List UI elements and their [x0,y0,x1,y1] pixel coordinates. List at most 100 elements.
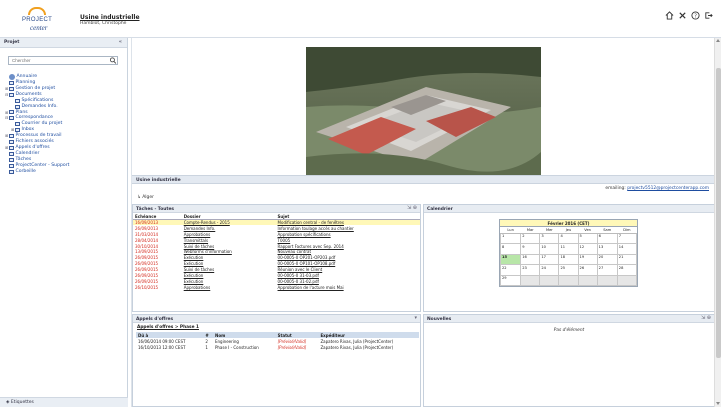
calendar-day[interactable]: 10 [539,243,560,255]
users-icon [9,74,15,80]
task-subject-link[interactable]: Approbation de l'acture mois Mai [276,284,420,290]
calendar-icon [9,151,14,156]
folder-icon [9,116,14,121]
appel-row[interactable]: 16/06/2014 09:00 CEST 2 Engineering [Prévis… [136,338,419,344]
mail-icon [15,122,20,127]
alert-label: Alger [142,195,155,200]
appels-panel-header: Appels d'offres ▾ [133,315,420,323]
calendar-day[interactable]: 26 [577,264,598,276]
calendar-day[interactable]: 11 [558,243,579,255]
calendar-day[interactable]: 9 [520,243,541,255]
help-icon[interactable]: ? [691,11,700,20]
calendar-day[interactable]: 23 [520,264,541,276]
calendar-day[interactable]: 29 [499,274,522,286]
search-input[interactable] [8,56,118,65]
calendar-day[interactable]: 16 [520,253,541,265]
doc-icon [15,104,20,109]
calendar-day[interactable] [577,274,598,286]
calendar-week: 22 23 24 25 26 27 28 [499,264,638,276]
project-title[interactable]: Usine industrielle [80,14,140,21]
calendar-day[interactable] [616,274,638,286]
calendar-day[interactable] [539,274,560,286]
calendar-day[interactable]: 6 [596,232,618,244]
calendar-week: 15 16 17 18 19 20 21 [499,253,638,265]
news-panel-title: Nouvelles [427,316,452,322]
project-center-logo[interactable]: PROJECT center [18,7,60,33]
calendar-day[interactable]: 5 [577,232,598,244]
task-row[interactable]: 26/10/2015 Approbations Approbation de l'a… [133,284,420,290]
logout-icon[interactable] [704,11,713,20]
folder-icon [15,128,20,133]
calendar-day[interactable]: 12 [577,243,598,255]
calendar-day[interactable] [596,274,618,286]
top-toolbar: ? [665,11,713,20]
tasks-panel-title: Tâches - Toutes [136,206,175,212]
calendar-day[interactable]: 7 [616,232,638,244]
home-icon[interactable] [665,11,674,20]
calendar-day[interactable]: 4 [558,232,579,244]
appels-breadcrumb[interactable]: Appels d'offres > Phase 1 [133,323,420,332]
sidebar-footer-label: Etiquettes [10,400,34,405]
calendar-day[interactable]: 3 [539,232,560,244]
sidebar-footer[interactable]: ◈ Etiquettes [0,397,128,407]
appels-panel: Appels d'offres ▾ Appels d'offres > Phas… [132,314,421,407]
calendar-day[interactable] [558,274,579,286]
calendar-week: 1234567 [499,232,638,244]
folder-icon [9,86,14,91]
appel-row[interactable]: 16/10/2013 12:00 CEST 1 Phase I - Construc… [136,344,419,350]
page-scrollbar[interactable] [714,38,721,407]
folder-icon [9,110,14,115]
logo-arc [28,7,46,15]
calendar-day[interactable]: 27 [596,264,618,276]
trash-icon [9,169,14,174]
tasks-icon [9,157,14,162]
scroll-thumb[interactable] [716,68,721,358]
task-folder-link[interactable]: Approbations [182,284,276,290]
calendar-day[interactable]: 24 [539,264,560,276]
appels-panel-title: Appels d'offres [136,316,174,322]
panel-controls-icon[interactable]: ⇲ ⊕ [701,315,711,321]
collapse-icon[interactable]: « [119,39,122,45]
calendar-day[interactable]: 14 [616,243,638,255]
tools-icon[interactable] [678,11,687,20]
calendar-month-title[interactable]: Février 2016 (CET) [500,220,637,227]
panel-collapse-icon[interactable]: ▾ [414,315,417,321]
scroll-up-icon[interactable] [716,39,720,42]
calendar-day[interactable] [520,274,541,286]
calendar-day[interactable]: 28 [616,264,638,276]
calendar-day[interactable]: 21 [616,253,638,265]
calendar-day[interactable]: 13 [596,243,618,255]
sidebar-item[interactable]: Corbeille [5,169,69,175]
appel-due: 16/10/2013 12:00 CEST [138,344,186,350]
sidebar-item-label: Corbeille [15,168,36,174]
calendar-day[interactable]: 17 [539,253,560,265]
project-tree: Annuaire Planning ⊞ Gestion de projet ⊟ Docum… [5,74,69,175]
calendar-day[interactable]: 20 [596,253,618,265]
appel-name[interactable]: Phase I - Construction [213,344,276,350]
email-link[interactable]: projectv5512@projectcenterapp.com [627,186,709,191]
calendar-icon [9,80,14,85]
calendar-day[interactable]: 1 [499,232,522,244]
panel-controls-icon[interactable]: ⇲ ⊕ [407,205,417,211]
email-label: emailing: [605,186,626,191]
calendar-panel: Calendrier Février 2016 (CET) Lun Mar Mer J… [423,204,715,312]
alert-link[interactable]: ↳ Alger [137,195,154,200]
calendar-day[interactable]: 2 [520,232,541,244]
calendar-day[interactable]: 18 [558,253,579,265]
files-icon [9,140,14,145]
scroll-down-icon[interactable] [716,402,720,405]
tag-icon: ◈ [6,400,10,405]
calendar-day[interactable]: 15 [499,253,522,265]
support-icon [9,163,14,168]
svg-text:?: ? [694,13,697,19]
project-section-bar: Usine industrielle [132,175,715,184]
calendar-day[interactable]: 25 [558,264,579,276]
search-icon[interactable] [109,57,117,64]
email-line: emailing: projectv5512@projectcenterapp.… [605,186,709,191]
appel-number[interactable]: 1 [203,344,213,350]
calendar-day[interactable]: 22 [499,264,522,276]
folder-icon [9,92,14,97]
calendar-panel-header: Calendrier [424,205,714,213]
calendar-day[interactable]: 19 [577,253,598,265]
calendar-day[interactable]: 8 [499,243,522,255]
